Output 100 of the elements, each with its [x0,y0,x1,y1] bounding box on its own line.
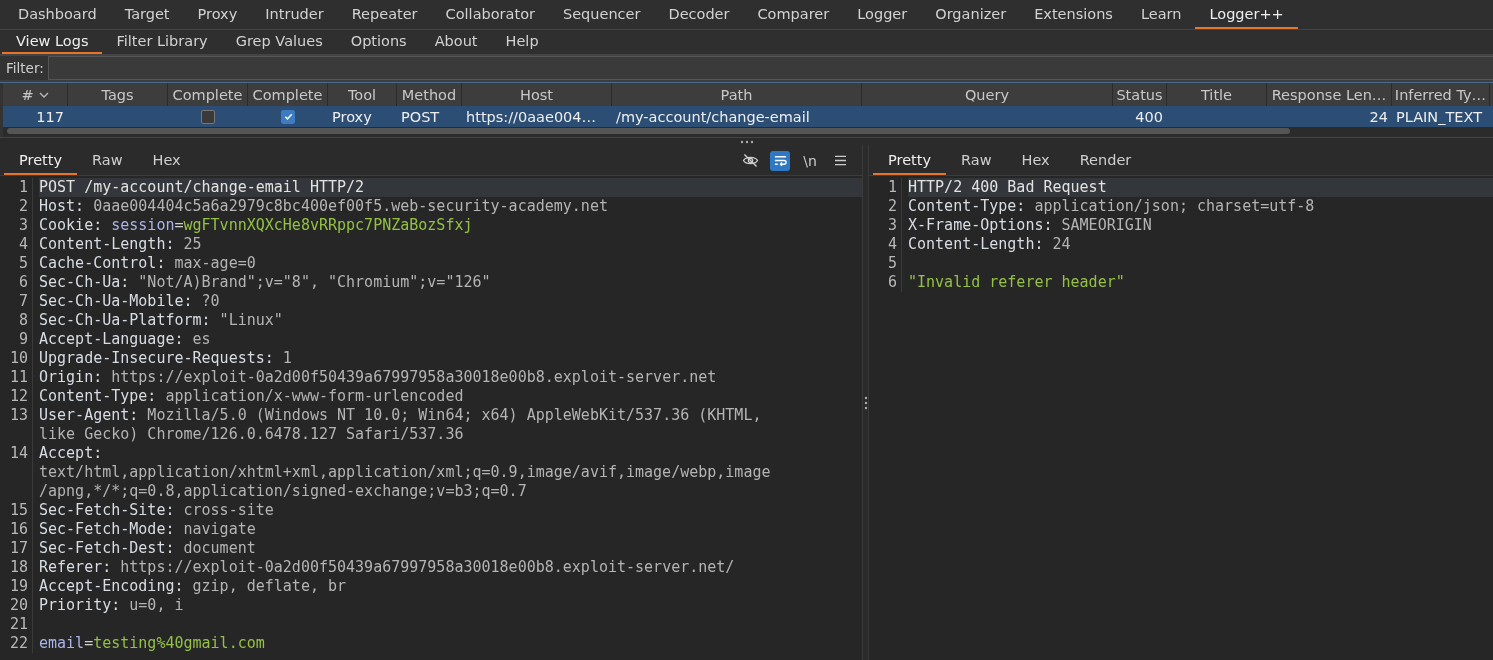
main-tab[interactable]: Target [110,0,184,29]
editor-tab[interactable]: Render [1064,146,1147,175]
caret-icon [38,91,49,98]
line-number: 20 [0,596,33,615]
code-line: like Gecko) Chrome/126.0.6478.127 Safari/537.36 [39,425,465,444]
line-number: 14 [0,444,33,501]
main-tab[interactable]: Dashboard [4,0,111,29]
line-number: 2 [869,197,902,216]
table-cell-text: /my-account/change-email [615,108,811,125]
main-tab[interactable]: Intruder [251,0,338,29]
splitter-handle-icon[interactable] [863,395,868,410]
checkbox[interactable] [201,109,215,124]
line-number: 4 [869,235,902,254]
sub-tab[interactable]: Filter Library [102,30,222,54]
table-cell-text: Proxy [331,108,373,125]
line-number: 13 [0,406,33,444]
code-line: Priority: u=0, i [39,596,185,615]
table-cell-text: POST [400,108,441,125]
code-line: Accept-Encoding: gzip, deflate, br [39,577,348,596]
code-line: email=testing%40gmail.com [39,634,266,653]
code-line: Sec-Ch-Ua-Mobile: ?0 [39,292,221,311]
code-line: X-Frame-Options: SAMEORIGIN [908,216,1153,235]
line-number: 19 [0,577,33,596]
newline-toggle[interactable]: \n [800,150,820,171]
line-number: 16 [0,520,33,539]
code-line: text/html,application/xhtml+xml,application/xml;q=0.9,image/avif,image/webp,image [39,463,772,482]
line-number: 2 [0,197,33,216]
table-cell-text: 117 [35,108,65,125]
splitter-handle-icon[interactable] [739,139,754,144]
line-number: 4 [0,235,33,254]
code-line: User-Agent: Mozilla/5.0 (Windows NT 10.0; Win64; x64) AppleWebKit/537.36 (KHTML, [39,406,763,425]
line-number: 3 [869,216,902,235]
code-line: Sec-Ch-Ua-Platform: "Linux" [39,311,284,330]
line-number: 9 [0,330,33,349]
code-line: Accept-Language: es [39,330,212,349]
sub-tab[interactable]: About [420,30,492,54]
line-number: 21 [0,615,33,634]
code-line: Accept: [39,444,104,463]
main-tab[interactable]: Repeater [337,0,432,29]
code-line: Content-Type: application/json; charset=utf-8 [908,197,1316,216]
code-line: Sec-Fetch-Dest: document [39,539,257,558]
line-number: 6 [0,273,33,292]
wrap-lines-icon[interactable] [770,150,790,171]
code-line: Referer: https://exploit-0a2d00f50439a67997958a30018e00b8.exploit-server.net/ [39,558,736,577]
main-tab[interactable]: Collaborator [431,0,549,29]
code-line: Content-Length: 24 [908,235,1072,254]
line-number: 7 [0,292,33,311]
editor-tab[interactable]: Raw [946,146,1007,175]
line-number: 10 [0,349,33,368]
code-line: Host: 0aae004404c5a6a2979c8bc400ef00f5.web-security-academy.net [39,197,609,216]
line-number: 18 [0,558,33,577]
main-tab[interactable]: Learn [1126,0,1196,29]
code-line: Upgrade-Insecure-Requests: 1 [39,349,293,368]
main-tab[interactable]: Extensions [1020,0,1127,29]
line-number: 5 [0,254,33,273]
table-cell-text: https://0aae004… [465,108,598,125]
line-number: 6 [869,273,902,292]
sub-tab[interactable]: Options [336,30,421,54]
table-cell-text: 400 [1134,108,1164,125]
main-tab[interactable]: Proxy [183,0,252,29]
line-number: 15 [0,501,33,520]
code-line: POST /my-account/change-email HTTP/2 [39,178,366,197]
line-number: 3 [0,216,33,235]
editor-tab[interactable]: Hex [137,146,196,175]
line-number: 17 [0,539,33,558]
code-line: Content-Length: 25 [39,235,203,254]
sub-tab[interactable]: Grep Values [221,30,337,54]
table-row[interactable]: 117 Proxy POST https://0aae004… /my-account/change-email 400 24 PLAIN_TEXT [3,106,1493,127]
editor-tab[interactable]: Hex [1006,146,1065,175]
main-tab[interactable]: Sequencer [549,0,655,29]
filter-field[interactable] [47,56,1493,80]
checkbox[interactable] [281,109,295,124]
table-cell-text: 24 [1368,108,1389,125]
main-tab[interactable]: Organizer [921,0,1021,29]
code-line: Content-Type: application/x-www-form-urlencoded [39,387,465,406]
editor-tab[interactable]: Pretty [4,146,77,175]
line-number: 11 [0,368,33,387]
code-line: /apng,*/*;q=0.8,application/signed-exchange;v=b3;q=0.7 [39,482,528,501]
editor-tab[interactable]: Raw [77,146,138,175]
sub-tab[interactable]: View Logs [2,30,103,54]
horizontal-scrollbar[interactable] [7,128,1290,134]
code-line: Cookie: session=wgFTvnnXQXcHe8vRRppc7PNZaBozSfxj [39,216,474,235]
code-line: Sec-Ch-Ua: "Not/A)Brand";v="8", "Chromium";v="126" [39,273,492,292]
line-number: 22 [0,634,33,653]
code-line: HTTP/2 400 Bad Request [908,178,1108,197]
table-cell-text: PLAIN_TEXT [1395,108,1484,125]
code-line: "Invalid referer header" [908,273,1126,292]
main-tab[interactable]: Decoder [654,0,744,29]
code-line: Sec-Fetch-Site: cross-site [39,501,275,520]
line-number: 1 [0,178,33,197]
editor-tab[interactable]: Pretty [873,146,946,175]
main-tab[interactable]: Comparer [743,0,844,29]
code-line: Origin: https://exploit-0a2d00f50439a67997958a30018e00b8.exploit-server.net [39,368,718,387]
code-line: Cache-Control: max-age=0 [39,254,257,273]
line-number: 5 [869,254,902,273]
main-tab[interactable]: Logger [843,0,922,29]
line-number: 1 [869,178,902,197]
sub-tab[interactable]: Help [491,30,553,54]
line-number: 8 [0,311,33,330]
line-number: 12 [0,387,33,406]
